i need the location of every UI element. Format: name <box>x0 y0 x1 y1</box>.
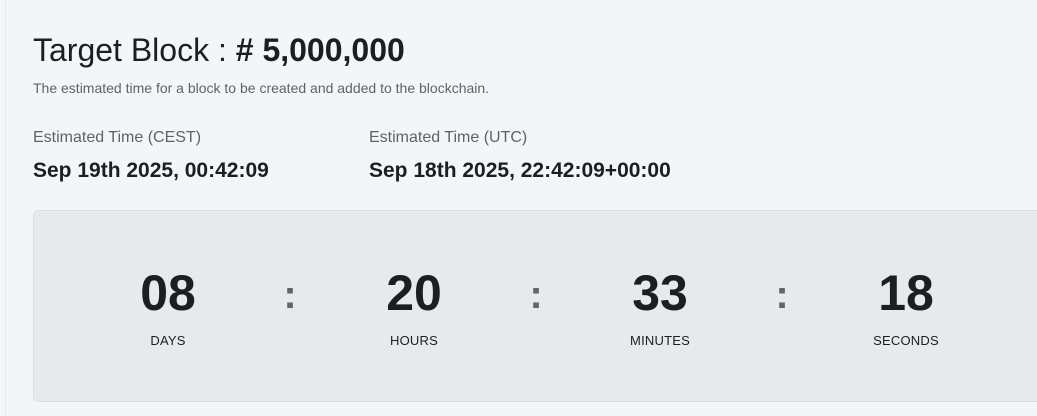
countdown-minutes: 33 MINUTES <box>580 263 740 349</box>
estimated-time-cest-value: Sep 19th 2025, 00:42:09 <box>33 159 269 182</box>
countdown-hours-value: 20 <box>386 265 442 321</box>
countdown-days-label: DAYS <box>150 333 186 348</box>
block-countdown-panel: Target Block : # 5,000,000 The estimated… <box>5 0 1037 416</box>
estimated-time-utc-label: Estimated Time (UTC) <box>369 129 528 146</box>
countdown-hours: 20 HOURS <box>334 263 494 349</box>
countdown-separator: : <box>283 273 297 317</box>
countdown-seconds: 18 SECONDS <box>826 263 986 349</box>
countdown-separator: : <box>529 273 543 317</box>
page-subtitle: The estimated time for a block to be cre… <box>33 80 490 96</box>
countdown-seconds-value: 18 <box>878 265 934 321</box>
countdown-box: 08 DAYS : 20 HOURS : 33 MINUTES : 18 SEC… <box>33 210 1037 402</box>
countdown-separator: : <box>775 273 789 317</box>
estimated-time-cest-label: Estimated Time (CEST) <box>33 129 202 146</box>
target-block-number: # 5,000,000 <box>235 32 405 68</box>
estimated-time-utc-value: Sep 18th 2025, 22:42:09+00:00 <box>369 159 671 182</box>
countdown-minutes-value: 33 <box>632 265 688 321</box>
countdown-minutes-label: MINUTES <box>630 333 690 348</box>
page-title: Target Block : # 5,000,000 <box>33 30 405 70</box>
countdown-hours-label: HOURS <box>390 333 438 348</box>
estimated-time-utc: Estimated Time (UTC) Sep 18th 2025, 22:4… <box>369 127 671 184</box>
countdown-days: 08 DAYS <box>88 263 248 349</box>
countdown-days-value: 08 <box>140 265 196 321</box>
estimated-time-cest: Estimated Time (CEST) Sep 19th 2025, 00:… <box>33 127 269 184</box>
countdown-seconds-label: SECONDS <box>873 333 939 348</box>
title-prefix: Target Block : <box>33 32 236 68</box>
